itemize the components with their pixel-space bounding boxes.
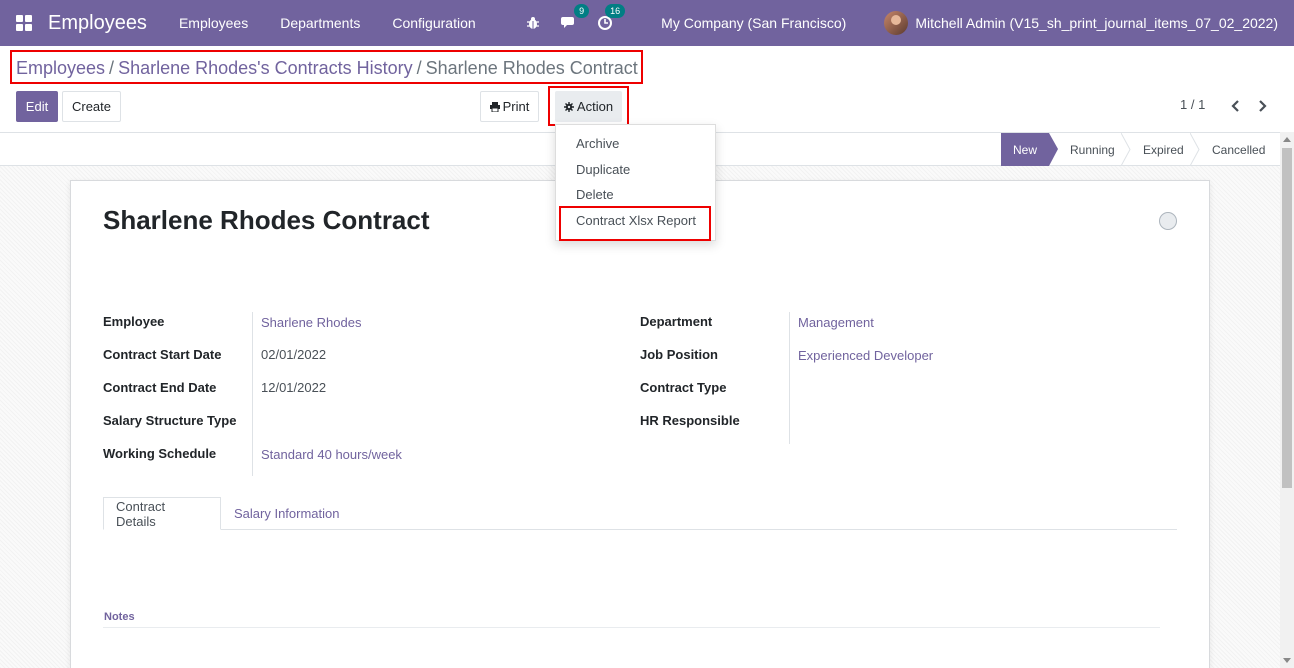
user-menu[interactable]: Mitchell Admin (V15_sh_print_journal_ite… [915,15,1278,31]
pager-next-icon[interactable] [1258,99,1268,115]
pager-previous-icon[interactable] [1230,99,1240,115]
activities-clock-icon[interactable]: 16 [595,4,626,33]
app-title[interactable]: Employees [48,12,147,35]
messages-count-badge: 9 [574,4,590,18]
contract-type-label: Contract Type [640,380,727,395]
scroll-down-icon[interactable] [1283,658,1291,663]
tab-salary-information[interactable]: Salary Information [222,497,352,530]
print-label: Print [502,99,530,114]
messages-icon[interactable]: 9 [559,4,590,33]
job-position-value[interactable]: Experienced Developer [798,348,933,363]
menu-item-departments[interactable]: Departments [264,15,376,31]
debug-bug-icon[interactable] [523,13,543,33]
company-switcher[interactable]: My Company (San Francisco) [661,15,846,31]
menu-item-configuration[interactable]: Configuration [376,15,491,31]
activities-count-badge: 16 [605,4,626,18]
action-highlight-box [548,86,629,126]
menu-item-delete[interactable]: Delete [576,187,614,202]
breadcrumb-highlight-box [10,50,643,84]
navbar-systray: 9 16 My Company (San Francisco) Mitchell… [515,0,1294,46]
scrollbar-thumb[interactable] [1282,148,1292,488]
notes-label: Notes [104,611,135,623]
contract-start-date-label: Contract Start Date [103,347,222,362]
user-avatar[interactable] [884,11,909,35]
pager-value[interactable]: 1 / 1 [1180,97,1205,112]
employee-value[interactable]: Sharlene Rhodes [261,315,361,330]
kanban-state-circle-icon[interactable] [1159,212,1177,230]
job-position-label: Job Position [640,347,718,362]
contract-end-date-value[interactable]: 12/01/2022 [261,380,326,395]
salary-structure-type-label: Salary Structure Type [103,413,237,428]
working-schedule-value[interactable]: Standard 40 hours/week [261,447,402,462]
stage-separator [1121,133,1131,166]
contract-title[interactable]: Sharlene Rhodes Contract [103,205,430,236]
create-button[interactable]: Create [62,91,121,122]
stage-cancelled[interactable]: Cancelled [1212,133,1265,166]
stage-running[interactable]: Running [1070,133,1115,166]
stage-separator [1190,133,1200,166]
vertical-scrollbar[interactable] [1280,132,1294,668]
apps-menu-icon[interactable] [16,15,32,31]
working-schedule-label: Working Schedule [103,446,217,461]
menu-item-archive[interactable]: Archive [576,136,619,151]
contract-end-date-label: Contract End Date [103,380,217,395]
right-field-divider [789,312,790,444]
menu-item-employees[interactable]: Employees [163,15,264,31]
department-label: Department [640,314,713,329]
stage-new-arrow [1049,133,1058,166]
stage-expired[interactable]: Expired [1143,133,1184,166]
notebook-tabs: Contract Details Salary Information [103,497,1177,530]
print-button[interactable]: Print [480,91,539,122]
stage-new[interactable]: New [1001,133,1049,166]
employee-label: Employee [103,314,165,329]
contract-start-date-value[interactable]: 02/01/2022 [261,347,326,362]
printer-icon [489,101,500,112]
department-value[interactable]: Management [798,315,874,330]
hr-responsible-label: HR Responsible [640,413,740,428]
xlsx-report-highlight-box [559,206,711,241]
edit-button[interactable]: Edit [16,91,58,122]
menu-item-duplicate[interactable]: Duplicate [576,162,630,177]
top-navbar: Employees Employees Departments Configur… [0,0,1294,46]
left-field-divider [252,312,253,476]
tab-contract-details[interactable]: Contract Details [103,497,221,530]
notes-field[interactable] [103,627,1160,628]
scroll-up-icon[interactable] [1283,137,1291,142]
main-menu: Employees Departments Configuration [163,15,492,31]
